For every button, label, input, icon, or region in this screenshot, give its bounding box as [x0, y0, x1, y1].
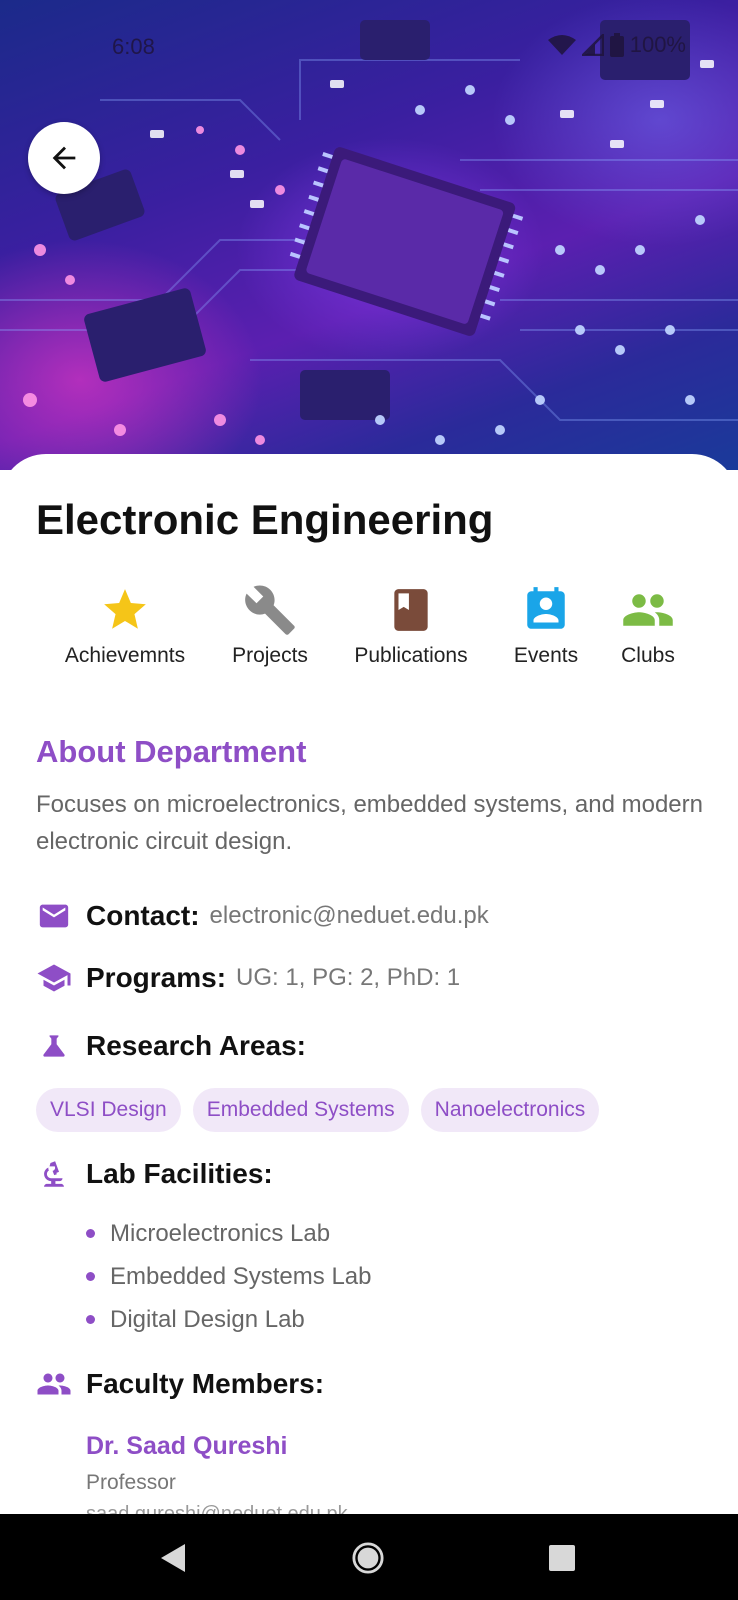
labs-row: Lab Facilities: [36, 1156, 283, 1192]
group-icon [623, 594, 673, 626]
back-button[interactable] [28, 122, 100, 194]
people-icon [37, 1373, 71, 1395]
list-item: Microelectronics Lab [86, 1212, 371, 1255]
signal-icon [581, 34, 604, 56]
list-item: Digital Design Lab [86, 1298, 371, 1341]
action-clubs[interactable]: Clubs [612, 582, 684, 668]
graduation-cap-icon [37, 964, 71, 992]
flask-icon [43, 1035, 65, 1057]
triangle-back-icon [161, 1544, 185, 1572]
microscope-icon [44, 1161, 64, 1187]
programs-row: Programs: UG: 1, PG: 2, PhD: 1 [36, 960, 460, 996]
labs-list: Microelectronics Lab Embedded Systems La… [86, 1212, 371, 1341]
faculty-role: Professor [86, 1471, 176, 1494]
nav-recents-button[interactable] [546, 1542, 578, 1574]
lab-name: Digital Design Lab [110, 1305, 305, 1333]
bullet-dot [86, 1272, 95, 1281]
action-label: Achievemnts [64, 644, 186, 667]
battery-percent: 100% [629, 32, 686, 57]
contact-email[interactable]: electronic@neduet.edu.pk [210, 902, 489, 930]
labs-label: Lab Facilities: [86, 1158, 273, 1189]
quick-actions: Achievemnts Projects Publications Events… [0, 582, 738, 682]
calendar-person-icon [527, 587, 565, 629]
action-events[interactable]: Events [506, 582, 586, 668]
action-label: Clubs [621, 644, 675, 667]
research-chip[interactable]: VLSI Design [36, 1088, 181, 1132]
wrench-icon [245, 585, 295, 635]
bullet-dot [86, 1315, 95, 1324]
research-row: Research Areas: [36, 1028, 316, 1064]
action-label: Publications [354, 644, 468, 667]
battery-icon [609, 33, 624, 57]
bullet-dot [86, 1229, 95, 1238]
email-icon [39, 904, 69, 928]
programs-label: Programs: [86, 962, 227, 993]
faculty-name: Dr. Saad Qureshi [86, 1432, 288, 1460]
action-achievements[interactable]: Achievemnts [60, 582, 190, 668]
nav-home-button[interactable] [352, 1542, 384, 1574]
star-icon [104, 589, 146, 629]
circle-home-icon [352, 1542, 384, 1574]
arrow-back-icon [52, 146, 76, 170]
action-label: Events [513, 644, 579, 667]
faculty-label: Faculty Members: [86, 1368, 325, 1399]
research-label: Research Areas: [86, 1030, 306, 1061]
circuit-board-image [0, 20, 738, 445]
hero-image [0, 0, 738, 470]
contact-label: Contact: [86, 900, 200, 931]
research-chip[interactable]: Nanoelectronics [420, 1088, 600, 1132]
status-icons: 100% [547, 32, 686, 58]
lab-name: Embedded Systems Lab [110, 1262, 372, 1290]
action-label: Projects [232, 644, 308, 667]
research-chip[interactable]: Embedded Systems [192, 1088, 409, 1132]
square-recents-icon [549, 1545, 575, 1571]
wifi-icon [547, 35, 576, 55]
research-chips: VLSI Design Embedded Systems Nanoelectro… [36, 1088, 600, 1132]
programs-value: UG: 1, PG: 2, PhD: 1 [236, 964, 461, 991]
about-title: About Department [36, 734, 307, 769]
faculty-member[interactable]: Dr. Saad Qureshi Professor saad.qureshi@… [86, 1432, 348, 1514]
content-sheet: Electronic Engineering Achievemnts Proje… [0, 454, 738, 1514]
action-publications[interactable]: Publications [346, 582, 476, 668]
book-icon [394, 589, 428, 631]
about-description: Focuses on microelectronics, embedded sy… [36, 791, 703, 855]
navigation-bar [0, 1514, 738, 1600]
status-bar: 6:08 100% [0, 28, 738, 68]
action-projects[interactable]: Projects [220, 582, 320, 668]
list-item: Embedded Systems Lab [86, 1255, 371, 1298]
page-title: Electronic Engineering [36, 496, 494, 543]
nav-back-button[interactable] [158, 1542, 190, 1574]
status-time: 6:08 [112, 34, 155, 59]
contact-row: Contact: electronic@neduet.edu.pk [36, 898, 489, 934]
faculty-email: saad.qureshi@neduet.edu.pk [86, 1503, 348, 1514]
faculty-row: Faculty Members: [36, 1366, 334, 1402]
lab-name: Microelectronics Lab [110, 1219, 331, 1247]
